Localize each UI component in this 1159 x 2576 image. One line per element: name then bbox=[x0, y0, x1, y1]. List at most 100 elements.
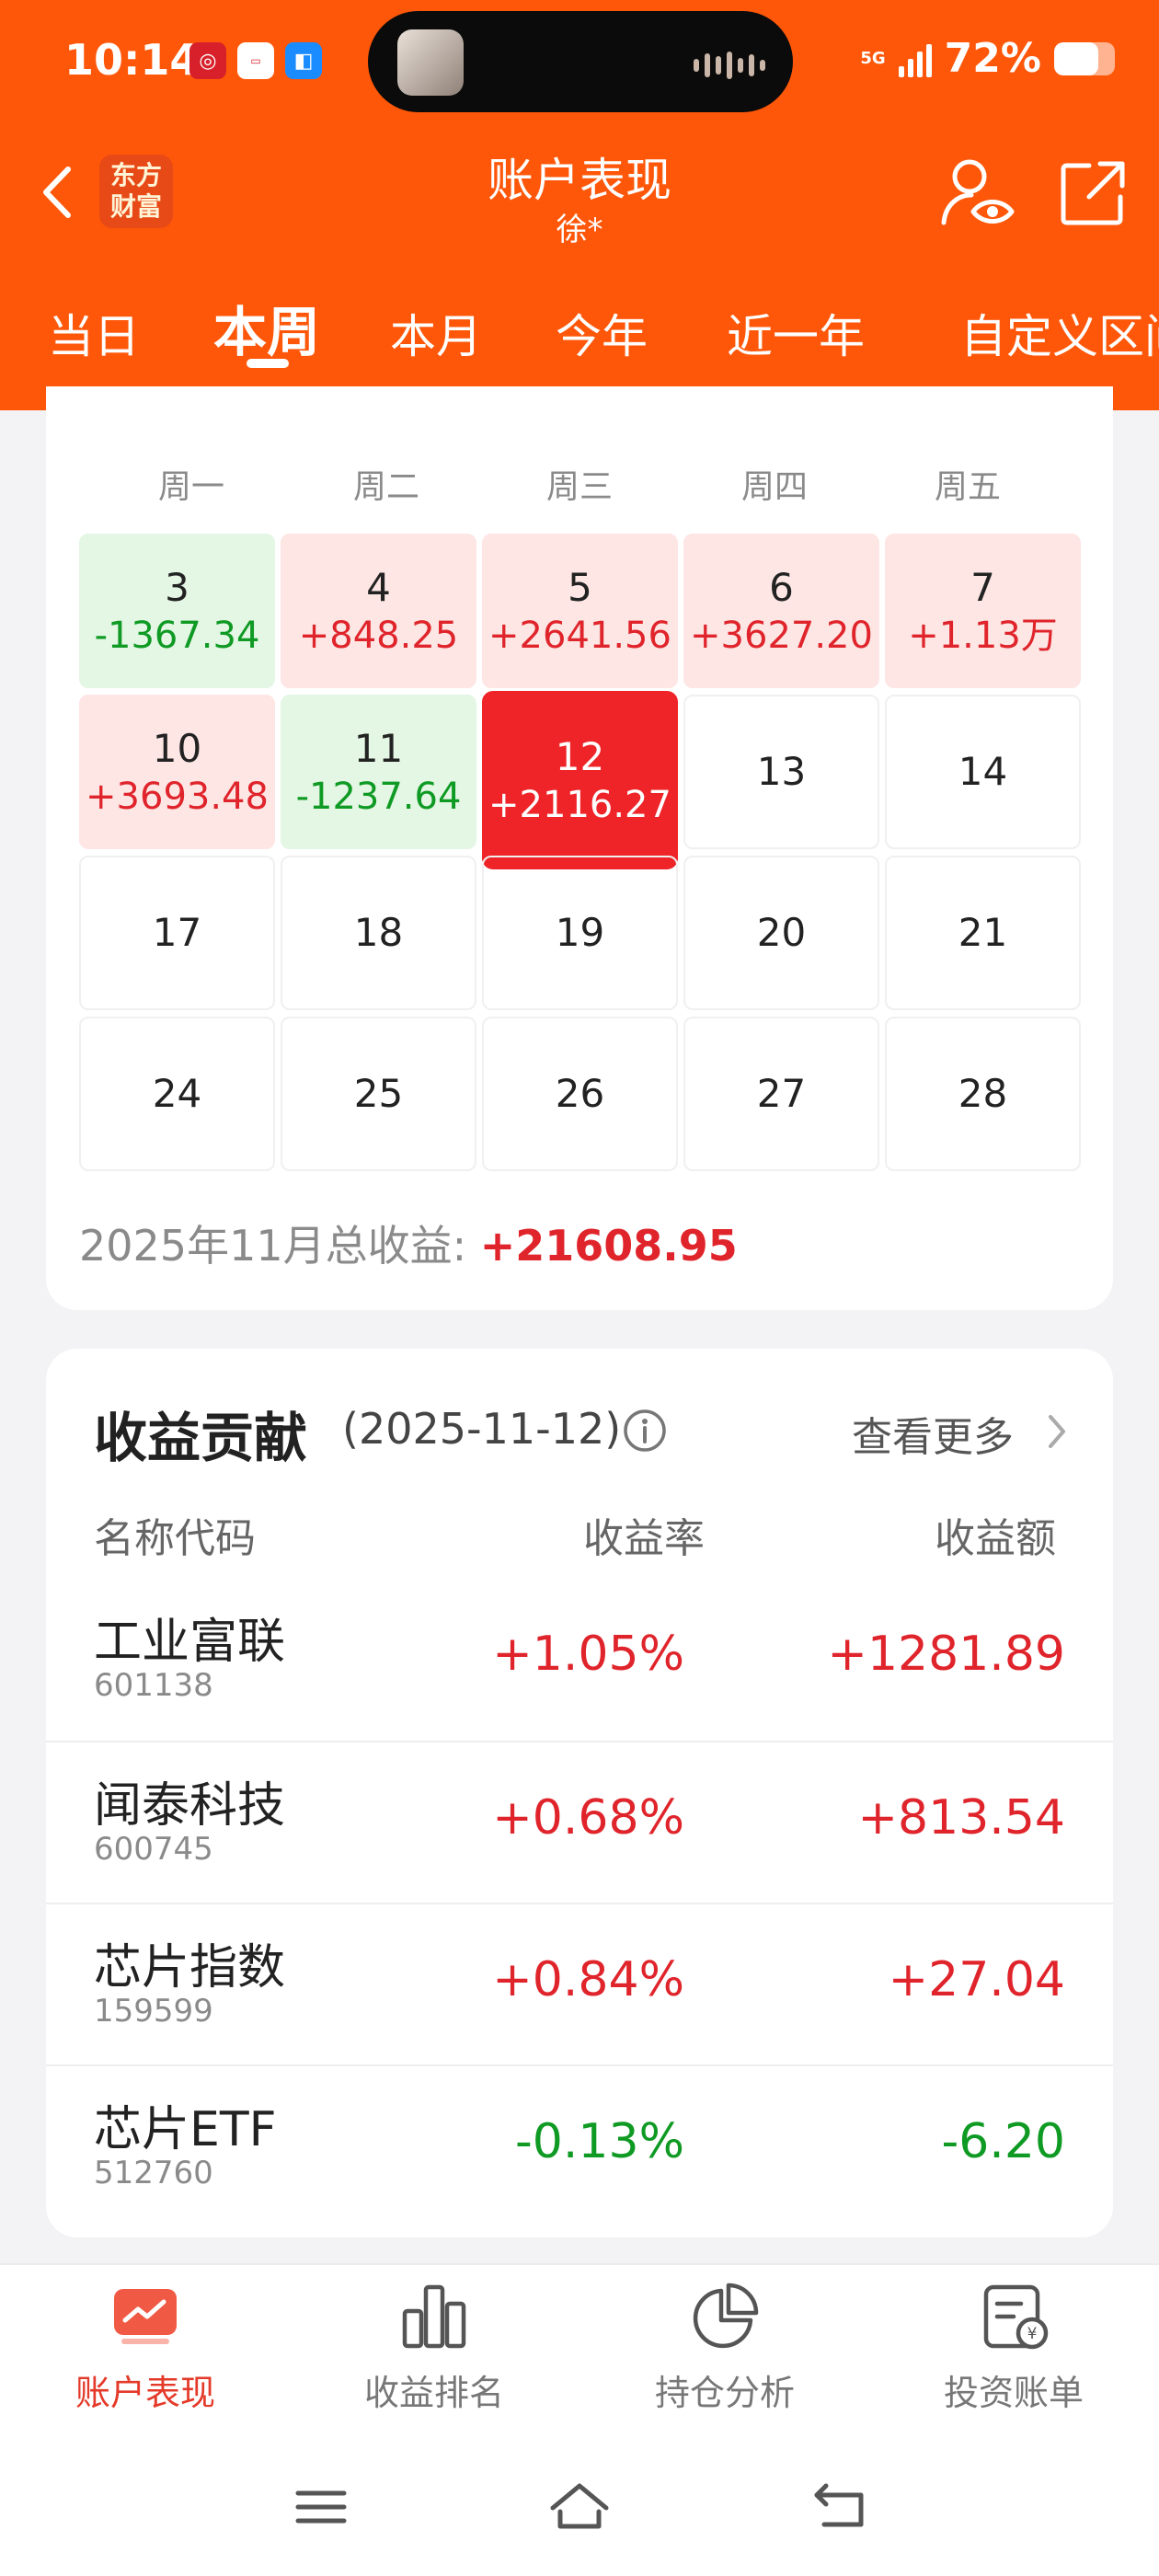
calendar-day[interactable]: 18 bbox=[281, 856, 476, 1010]
column-header-name: 名称代码 bbox=[94, 1515, 256, 1562]
nav-label: 持仓分析 bbox=[654, 2373, 795, 2413]
column-header-rate[interactable]: 收益率 bbox=[583, 1505, 705, 1564]
table-row[interactable]: 芯片ETF 512760 -0.13% -6.20 bbox=[46, 2064, 1113, 2226]
table-row[interactable]: 闻泰科技 600745 +0.68% +813.54 bbox=[46, 1741, 1113, 1903]
app-notification-icon: ◧ bbox=[285, 42, 322, 79]
calendar-day[interactable]: 11 -1237.64 bbox=[281, 695, 476, 849]
calendar-day-today[interactable]: 12 +2116.27 bbox=[482, 691, 678, 869]
nav-account-performance[interactable]: 账户表现 bbox=[35, 2280, 256, 2415]
column-header-amount[interactable]: 收益额 bbox=[935, 1505, 1056, 1564]
top-header: 10:14 ◎ ▭ ◧ 5G 72% 东方 财富 账户表现 徐* 当日 本周 本… bbox=[0, 0, 1159, 410]
status-app-icons: ◎ ▭ ◧ bbox=[189, 42, 322, 79]
table-row[interactable]: 工业富联 601138 +1.05% +1281.89 bbox=[46, 1579, 1113, 1741]
return-rate: +1.05% bbox=[492, 1627, 684, 1682]
stock-code: 600745 bbox=[94, 1831, 213, 1868]
calendar-day[interactable]: 21 bbox=[885, 856, 1081, 1010]
network-type: 5G bbox=[860, 48, 886, 68]
contribution-date: (2025-11-12) bbox=[342, 1404, 622, 1454]
tab-last-year[interactable]: 近一年 bbox=[727, 300, 865, 366]
calendar-day[interactable]: 6 +3627.20 bbox=[683, 534, 879, 688]
bar-chart-icon bbox=[402, 2284, 466, 2349]
active-tab-indicator bbox=[247, 359, 289, 368]
share-icon[interactable] bbox=[1058, 158, 1128, 228]
day-number: 10 bbox=[152, 726, 202, 771]
month-total-income: 2025年11月总收益: +21608.95 bbox=[79, 1213, 738, 1273]
day-income: +3693.48 bbox=[86, 776, 269, 818]
return-rate: -0.13% bbox=[515, 2114, 684, 2169]
day-number: 4 bbox=[366, 565, 391, 610]
calendar-day[interactable]: 14 bbox=[885, 695, 1081, 849]
day-income: -1237.64 bbox=[295, 776, 462, 818]
calendar-day[interactable]: 25 bbox=[281, 1017, 476, 1171]
calendar-day[interactable]: 13 bbox=[683, 695, 879, 849]
day-number: 26 bbox=[555, 1071, 605, 1116]
month-total-value: +21608.95 bbox=[479, 1221, 738, 1271]
day-number: 18 bbox=[353, 910, 404, 955]
view-more-link[interactable]: 查看更多 bbox=[852, 1404, 1014, 1463]
account-performance-icon bbox=[114, 2289, 177, 2344]
audio-wave-icon bbox=[694, 52, 765, 79]
status-indicators: 5G 72% bbox=[860, 35, 1115, 82]
day-number: 27 bbox=[756, 1071, 807, 1116]
day-number: 3 bbox=[165, 565, 189, 610]
menu-icon[interactable] bbox=[289, 2475, 353, 2539]
day-income: +1.13万 bbox=[908, 615, 1058, 657]
day-income: -1367.34 bbox=[94, 615, 260, 657]
home-icon[interactable] bbox=[547, 2475, 612, 2539]
calendar-day[interactable]: 3 -1367.34 bbox=[79, 534, 275, 688]
return-amount: -6.20 bbox=[941, 2114, 1065, 2169]
battery-percent: 72% bbox=[944, 35, 1041, 82]
status-time: 10:14 bbox=[64, 35, 200, 85]
nav-income-ranking[interactable]: 收益排名 bbox=[324, 2280, 545, 2415]
info-icon[interactable] bbox=[622, 1408, 668, 1454]
calendar-day[interactable]: 24 bbox=[79, 1017, 275, 1171]
day-number: 21 bbox=[958, 910, 1008, 955]
month-total-label: 2025年11月总收益: bbox=[79, 1221, 480, 1271]
stock-name: 闻泰科技 bbox=[94, 1778, 286, 1834]
day-number: 24 bbox=[152, 1071, 202, 1116]
calendar-day[interactable]: 10 +3693.48 bbox=[79, 695, 275, 849]
stock-name: 芯片指数 bbox=[94, 1940, 286, 1995]
tab-today[interactable]: 当日 bbox=[48, 300, 140, 366]
calendar-day[interactable]: 26 bbox=[482, 1017, 678, 1171]
tab-this-year[interactable]: 今年 bbox=[556, 300, 648, 366]
calendar-day[interactable]: 27 bbox=[683, 1017, 879, 1171]
day-number: 5 bbox=[568, 565, 592, 610]
day-number: 14 bbox=[958, 749, 1008, 794]
calendar-day[interactable]: 7 +1.13万 bbox=[885, 534, 1081, 688]
weekday-label: 周二 bbox=[352, 468, 419, 506]
weekday-label: 周一 bbox=[157, 468, 224, 506]
tab-this-month[interactable]: 本月 bbox=[390, 300, 482, 366]
calendar-day[interactable]: 4 +848.25 bbox=[281, 534, 476, 688]
table-row[interactable]: 芯片指数 159599 +0.84% +27.04 bbox=[46, 1903, 1113, 2064]
nav-position-analysis[interactable]: 持仓分析 bbox=[614, 2280, 835, 2415]
dynamic-island[interactable] bbox=[368, 11, 793, 112]
calendar-day[interactable]: 5 +2641.56 bbox=[482, 534, 678, 688]
day-income: +3627.20 bbox=[690, 615, 873, 657]
back-gesture-icon[interactable] bbox=[806, 2475, 870, 2539]
tab-custom-range[interactable]: 自定义区间 bbox=[960, 300, 1159, 366]
calendar-day[interactable]: 19 bbox=[482, 856, 678, 1010]
bill-icon: ¥ bbox=[983, 2284, 1049, 2350]
day-number: 25 bbox=[353, 1071, 404, 1116]
chevron-right-icon[interactable] bbox=[1045, 1411, 1069, 1452]
nav-label: 收益排名 bbox=[363, 2373, 504, 2413]
section-title: 收益贡献 bbox=[94, 1407, 308, 1469]
calendar-day[interactable]: 28 bbox=[885, 1017, 1081, 1171]
day-income: +2116.27 bbox=[488, 784, 671, 826]
stock-code: 512760 bbox=[94, 2155, 213, 2191]
battery-icon bbox=[1054, 41, 1115, 75]
day-number: 19 bbox=[555, 910, 605, 955]
app-notification-icon: ◎ bbox=[189, 42, 226, 79]
return-rate: +0.68% bbox=[492, 1790, 684, 1846]
day-number: 17 bbox=[152, 910, 202, 955]
weekday-label: 周五 bbox=[934, 468, 1001, 506]
nav-label: 账户表现 bbox=[75, 2373, 215, 2413]
calendar-day[interactable]: 17 bbox=[79, 856, 275, 1010]
tab-this-week[interactable]: 本周 bbox=[213, 289, 320, 366]
privacy-user-eye-icon[interactable] bbox=[938, 155, 1016, 232]
app-notification-icon: ▭ bbox=[237, 42, 274, 79]
day-income: +2641.56 bbox=[488, 615, 671, 657]
calendar-day[interactable]: 20 bbox=[683, 856, 879, 1010]
nav-investment-bill[interactable]: ¥ 投资账单 bbox=[903, 2280, 1124, 2415]
